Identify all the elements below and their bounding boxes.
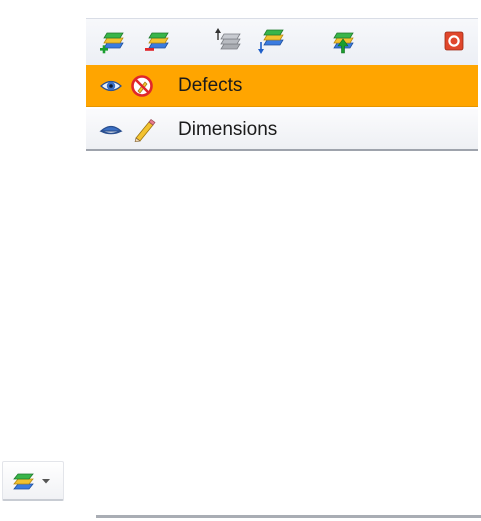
pencil-icon[interactable]: [132, 118, 156, 142]
divider: [96, 515, 481, 518]
remove-layer-icon: [145, 32, 169, 51]
eye-closed-icon[interactable]: [99, 118, 123, 142]
dropdown-arrow-icon: [41, 477, 51, 485]
add-layer-button[interactable]: [98, 26, 128, 56]
editing-disabled-icon[interactable]: [130, 74, 154, 98]
remove-layer-button[interactable]: [143, 26, 173, 56]
move-layer-down-icon: [258, 29, 284, 54]
layer-name: Dimensions: [178, 119, 278, 140]
move-layer-down-button[interactable]: [256, 26, 286, 56]
close-panel-button[interactable]: [439, 26, 469, 56]
move-layer-up-button[interactable]: [213, 26, 243, 56]
layer-name: Defects: [178, 75, 243, 96]
layers-window: Defects Dimensions: [0, 0, 481, 521]
move-layer-up-icon: [215, 28, 241, 50]
import-layer-icon: [333, 32, 354, 54]
import-layer-button[interactable]: [328, 26, 358, 56]
layers-toolbar: [86, 18, 478, 66]
add-layer-icon: [100, 32, 124, 54]
layers-panel: Defects Dimensions: [86, 0, 481, 154]
close-panel-icon: [444, 31, 464, 51]
eye-icon[interactable]: [99, 74, 123, 98]
layers-dropdown-button[interactable]: [2, 461, 64, 501]
layer-row-defects[interactable]: Defects: [86, 65, 478, 107]
layer-row-dimensions[interactable]: Dimensions: [86, 109, 478, 151]
layers-icon: [11, 469, 37, 495]
